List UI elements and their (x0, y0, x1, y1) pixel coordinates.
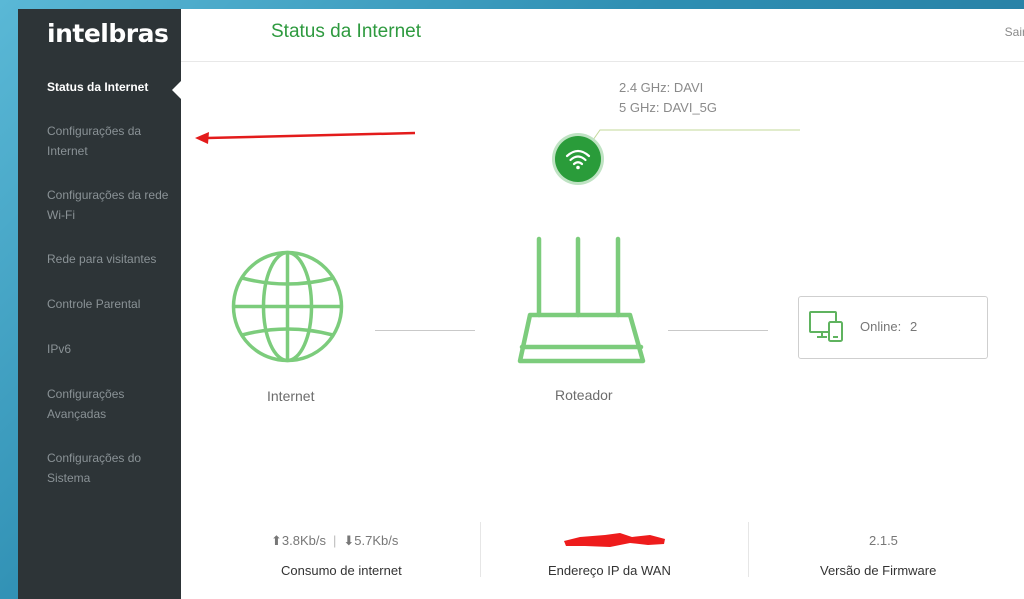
annotation-red-arrow (195, 131, 416, 144)
online-label: Online: (860, 319, 902, 334)
internet-router-connector (375, 330, 475, 331)
wan-ip-label: Endereço IP da WAN (548, 563, 671, 578)
sidebar-item-internet-settings[interactable]: Configurações da Internet (18, 121, 181, 161)
router-icon[interactable] (516, 235, 648, 367)
sidebar-item-status-internet[interactable]: Status da Internet (18, 77, 181, 99)
traffic-speed: ⬆3.8Kb/s | ⬇5.7Kb/s (271, 533, 398, 549)
wifi-button[interactable] (555, 136, 601, 182)
router-label: Roteador (555, 387, 613, 403)
sidebar-item-advanced-settings[interactable]: Configurações Avançadas (18, 384, 181, 424)
consumption-label: Consumo de internet (281, 563, 402, 578)
sidebar-nav: Status da Internet Configurações da Inte… (18, 69, 181, 488)
internet-label: Internet (267, 388, 315, 404)
firmware-version-value: 2.1.5 (869, 533, 898, 548)
router-devices-connector (668, 330, 768, 331)
wifi-ssid-5ghz: 5 GHz: DAVI_5G (619, 100, 718, 115)
globe-icon[interactable] (229, 248, 346, 365)
wan-ip-redaction (564, 533, 665, 547)
stats-divider (748, 522, 749, 577)
speed-separator: | (333, 533, 337, 548)
devices-icon (809, 311, 843, 342)
online-count: 2 (910, 319, 918, 334)
wifi-leader-line (578, 129, 800, 161)
wifi-icon (565, 149, 591, 170)
sidebar: intelbras Status da Internet Configuraçõ… (18, 9, 181, 599)
upload-arrow-icon: ⬆ (271, 533, 282, 548)
router-admin-window: intelbras Status da Internet Configuraçõ… (18, 9, 1024, 599)
sidebar-item-system-settings[interactable]: Configurações do Sistema (18, 448, 181, 488)
logout-link[interactable]: Sair (1005, 25, 1024, 39)
sidebar-item-wifi-settings[interactable]: Configurações da rede Wi-Fi (18, 185, 181, 225)
page-title: Status da Internet (271, 21, 421, 42)
online-devices-box[interactable]: Online: 2 (798, 296, 988, 359)
download-arrow-icon: ⬇ (343, 533, 355, 548)
wifi-ssid-24ghz: 2.4 GHz: DAVI (619, 80, 704, 95)
firmware-version-label: Versão de Firmware (820, 563, 937, 578)
sidebar-item-ipv6[interactable]: IPv6 (18, 339, 181, 359)
stats-divider (480, 522, 481, 577)
sidebar-item-guest-network[interactable]: Rede para visitantes (18, 249, 181, 269)
sidebar-item-parental-control[interactable]: Controle Parental (18, 294, 181, 314)
upload-speed: 3.8Kb/s (281, 533, 326, 548)
intelbras-logo: intelbras (47, 19, 169, 48)
download-speed: 5.7Kb/s (354, 533, 399, 548)
top-bar: Status da Internet Sair (181, 9, 1024, 62)
